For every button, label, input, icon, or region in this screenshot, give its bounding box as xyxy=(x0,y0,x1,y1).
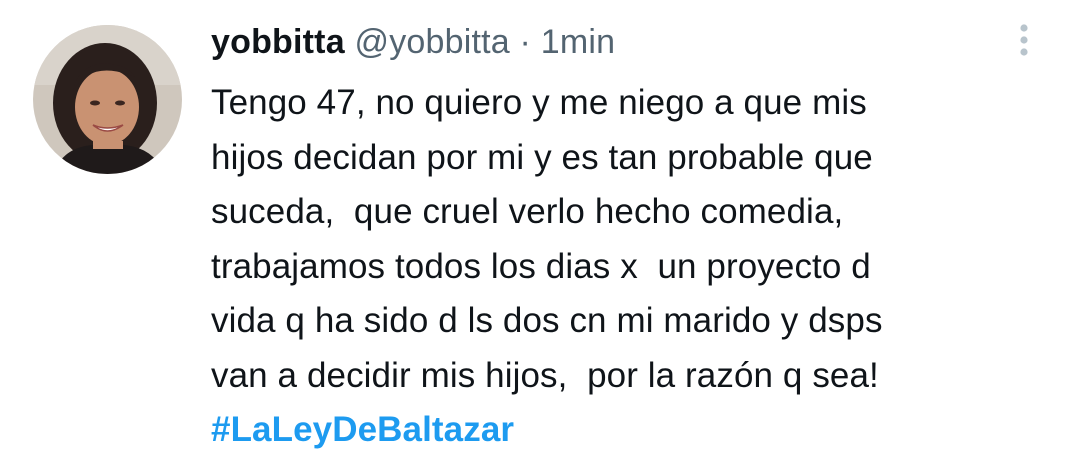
tweet-text-line: vida q ha sido d ls dos cn mi marido y d… xyxy=(211,301,883,340)
tweet-text-line: trabajamos todos los dias x un proyecto … xyxy=(211,246,871,286)
hashtag-link[interactable]: #LaLeyDeBaltazar xyxy=(211,403,1011,458)
tweet-header: yobbitta @yobbitta · 1min xyxy=(211,20,1011,64)
separator-dot: · xyxy=(519,23,532,61)
tweet-text-line: suceda, que cruel verlo hecho comedia, xyxy=(211,192,844,231)
vertical-dots-icon xyxy=(1020,24,1028,56)
tweet-text: Tengo 47, no quiero y me niego a que mis… xyxy=(211,76,1011,458)
tweet-text-line: hijos decidan por mi y es tan probable q… xyxy=(211,137,873,177)
user-handle[interactable]: @yobbitta xyxy=(354,23,509,61)
tweet-text-line: van a decidir mis hijos, por la razón q … xyxy=(211,355,879,395)
more-options-button[interactable] xyxy=(1006,18,1042,62)
tweet-card: yobbitta @yobbitta · 1min Tengo 47, no q… xyxy=(0,0,1080,459)
display-name[interactable]: yobbitta xyxy=(211,23,345,61)
tweet-content: yobbitta @yobbitta · 1min Tengo 47, no q… xyxy=(211,20,1011,458)
avatar[interactable] xyxy=(33,25,182,174)
avatar-image xyxy=(33,25,182,174)
timestamp[interactable]: 1min xyxy=(541,23,616,61)
tweet-text-line: Tengo 47, no quiero y me niego a que mis xyxy=(211,83,867,122)
